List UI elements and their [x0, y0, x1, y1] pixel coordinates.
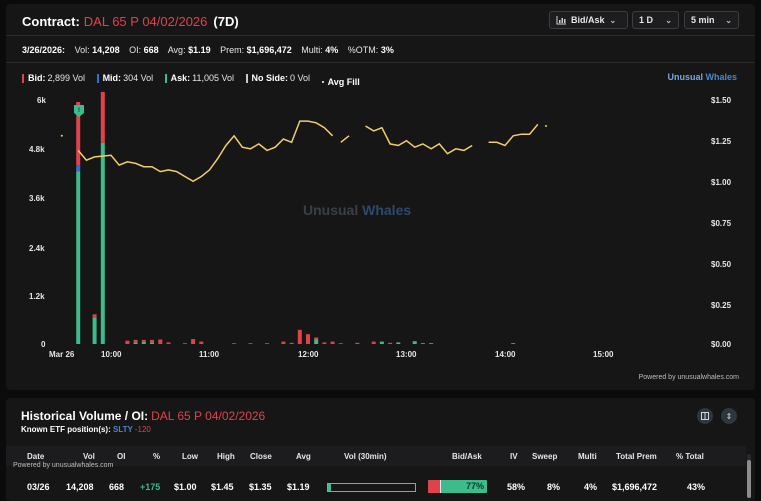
volume-price-chart[interactable]: ! — [6, 4, 755, 390]
col-low[interactable]: Low — [182, 452, 198, 461]
col-total-prem[interactable]: Total Prem — [616, 452, 657, 461]
cell-sweep: 8% — [547, 482, 561, 492]
col-change-pct[interactable]: % — [153, 452, 160, 461]
volume-bar-ask[interactable] — [396, 342, 401, 344]
bidask-bar: 77% — [428, 480, 487, 493]
historical-title-label: Historical Volume / OI: — [21, 409, 149, 423]
col-close[interactable]: Close — [250, 452, 272, 461]
mid-segment — [439, 480, 441, 493]
cell-total-prem: $1,696,472 — [612, 482, 658, 492]
cell-iv: 58% — [507, 482, 526, 492]
volume-bar-ask[interactable] — [420, 343, 425, 344]
avg-fill-line[interactable] — [488, 123, 539, 147]
volume-bar-ask[interactable] — [412, 341, 417, 344]
col-date[interactable]: Date — [27, 452, 44, 461]
volume-bar-bid[interactable] — [191, 339, 196, 344]
ask-pct: 77% — [465, 481, 484, 491]
col-vol30[interactable]: Vol (30min) — [344, 452, 387, 461]
volume-bar-bid[interactable] — [289, 342, 294, 344]
columns-icon — [701, 412, 709, 420]
volume-bar-bid[interactable] — [338, 343, 343, 344]
volume-bar-bid[interactable] — [388, 342, 393, 344]
table-scrollbar[interactable] — [747, 454, 751, 498]
volume-bar-bid[interactable] — [232, 343, 237, 344]
historical-contract: DAL 65 P 04/02/2026 — [151, 409, 266, 423]
volume-bar-ask[interactable] — [511, 343, 516, 344]
volume-bar-ask[interactable] — [133, 342, 138, 344]
volume-bar-bid[interactable] — [125, 340, 130, 344]
marker-label: ! — [78, 108, 80, 114]
avg-fill-point[interactable] — [60, 134, 63, 137]
col-bidask[interactable]: Bid/Ask — [452, 452, 482, 461]
volume-bar-bid[interactable] — [199, 341, 204, 344]
volume-bar-bid[interactable] — [141, 339, 146, 342]
sort-updown-icon: ⇕ — [725, 411, 733, 421]
cell-avg: $1.19 — [287, 482, 310, 492]
col-high[interactable]: High — [217, 452, 235, 461]
volume-bar-bid[interactable] — [248, 343, 253, 344]
vol30-bar — [327, 483, 416, 492]
etf-label: Known ETF position(s): — [21, 425, 111, 434]
avg-fill-point[interactable] — [545, 125, 547, 127]
col-avg[interactable]: Avg — [296, 452, 311, 461]
volume-bar-bid[interactable] — [281, 341, 286, 344]
volume-bar-bid[interactable] — [100, 91, 105, 143]
col-vol[interactable]: Vol — [83, 452, 95, 461]
volume-bar-ask[interactable] — [379, 341, 384, 344]
scrollbar-thumb[interactable] — [747, 460, 751, 498]
col-iv[interactable]: IV — [510, 452, 518, 461]
volume-bar-bid[interactable] — [133, 339, 138, 343]
avg-fill-line[interactable] — [340, 135, 350, 143]
cell-close: $1.35 — [249, 482, 272, 492]
volume-bar-ask[interactable] — [429, 343, 434, 344]
etf-ticker[interactable]: SLTY — [113, 425, 133, 434]
volume-bar-ask[interactable] — [150, 342, 154, 344]
cell-high: $1.45 — [211, 482, 234, 492]
volume-bar-bid[interactable] — [150, 339, 154, 343]
table-powered-by: Powered by unusualwhales.com — [13, 462, 114, 469]
volume-bar-ask[interactable] — [92, 317, 97, 344]
historical-title: Historical Volume / OI: DAL 65 P 04/02/20… — [21, 409, 265, 423]
col-sweep[interactable]: Sweep — [532, 452, 557, 461]
volume-bar-ask[interactable] — [76, 171, 81, 344]
col-pct-total[interactable]: % Total — [676, 452, 704, 461]
volume-bar-mid[interactable] — [76, 165, 81, 172]
volume-bar-bid[interactable] — [306, 334, 310, 344]
volume-bar-bid[interactable] — [371, 341, 376, 344]
cell-low: $1.00 — [174, 482, 197, 492]
historical-volume-panel: Historical Volume / OI: DAL 65 P 04/02/20… — [6, 398, 755, 501]
volume-bar-ask[interactable] — [314, 339, 319, 344]
cell-date: 03/26 — [27, 482, 50, 492]
volume-bar-bid[interactable] — [166, 342, 171, 344]
volume-bar-bid[interactable] — [314, 337, 319, 340]
volume-bar-bid[interactable] — [297, 329, 302, 344]
volume-bar-bid[interactable] — [182, 343, 187, 344]
avg-fill-line[interactable] — [77, 120, 334, 183]
volume-bar-bid[interactable] — [322, 342, 327, 344]
col-oi[interactable]: OI — [117, 452, 125, 461]
grid-toggle-button[interactable] — [697, 408, 713, 424]
volume-bar-bid[interactable] — [330, 341, 335, 344]
volume-bar-bid[interactable] — [158, 339, 163, 345]
volume-bar-bid[interactable] — [265, 343, 269, 344]
cell-multi: 4% — [584, 482, 598, 492]
volume-bar-bid[interactable] — [355, 342, 360, 344]
etf-positions: Known ETF position(s): SLTY -120 — [21, 425, 151, 434]
avg-fill-line[interactable] — [365, 125, 473, 155]
powered-by: Powered by unusualwhales.com — [638, 374, 739, 381]
col-multi[interactable]: Multi — [578, 452, 597, 461]
cell-pct-total: 43% — [687, 482, 706, 492]
expand-button[interactable]: ⇕ — [721, 408, 737, 424]
cell-oi: 668 — [109, 482, 125, 492]
contract-chart-panel: Contract: DAL 65 P 04/02/2026 (7D) Bid/Ask… — [6, 4, 755, 390]
etf-value: -120 — [134, 425, 151, 434]
vol30-fill — [328, 484, 332, 491]
volume-bar-bid[interactable] — [92, 314, 97, 318]
volume-bar-ask[interactable] — [141, 342, 146, 344]
volume-bar-ask[interactable] — [100, 142, 105, 344]
cell-vol: 14,208 — [66, 482, 94, 492]
alert-marker[interactable]: ! — [74, 105, 84, 117]
bid-segment — [428, 480, 440, 493]
cell-change: +175 — [140, 482, 161, 492]
